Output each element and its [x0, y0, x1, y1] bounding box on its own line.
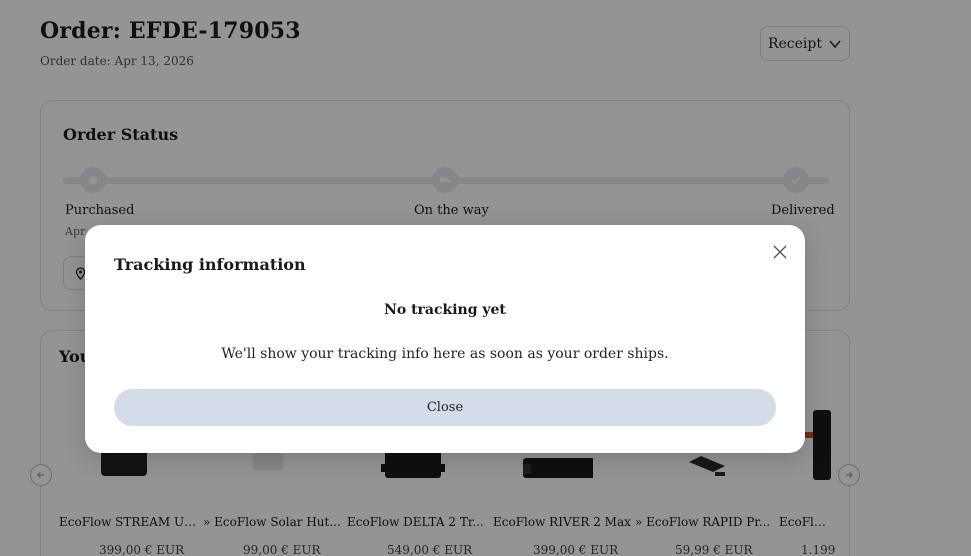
close-button[interactable]: Close: [114, 389, 776, 426]
modal-title: Tracking information: [114, 255, 306, 274]
modal-body-text: We'll show your tracking info here as so…: [221, 346, 669, 362]
close-icon: [773, 245, 787, 259]
tracking-modal: Tracking information No tracking yet We'…: [85, 225, 805, 453]
modal-close-button[interactable]: [769, 241, 791, 263]
modal-heading: No tracking yet: [384, 302, 506, 318]
